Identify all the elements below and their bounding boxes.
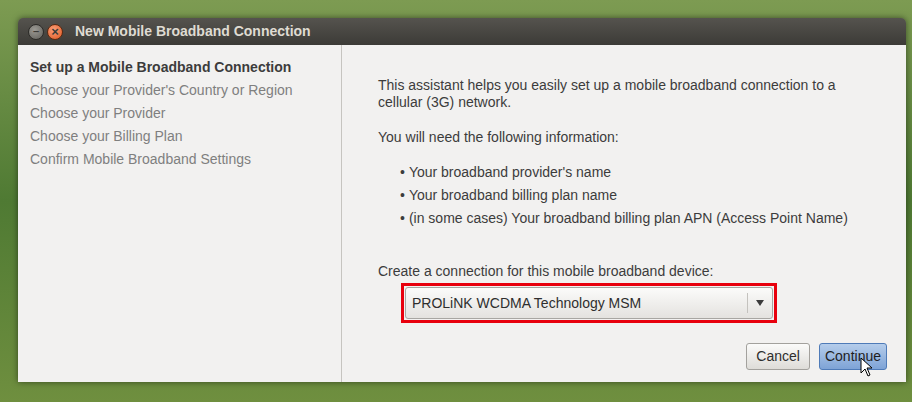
bullet: •: [400, 161, 405, 184]
sidebar-item: Choose your Billing Plan: [30, 125, 341, 148]
minimize-button[interactable]: –: [28, 24, 44, 40]
sidebar-item: Confirm Mobile Broadband Settings: [30, 148, 341, 171]
device-dropdown[interactable]: PROLiNK WCDMA Technology MSM: [405, 287, 773, 319]
close-button[interactable]: ×: [47, 24, 63, 40]
dropdown-arrow-icon: [750, 297, 770, 309]
requirement-item: •Your broadband provider's name: [400, 161, 887, 184]
continue-button[interactable]: Continue: [819, 343, 887, 370]
need-label: You will need the following information:: [378, 129, 887, 146]
requirement-item: •Your broadband billing plan name: [400, 184, 887, 207]
title-bar: –× New Mobile Broadband Connection: [18, 18, 906, 45]
intro-text: This assistant helps you easily set up a…: [378, 77, 878, 111]
sidebar: Set up a Mobile Broadband ConnectionChoo…: [18, 45, 342, 382]
device-label: Create a connection for this mobile broa…: [378, 263, 887, 280]
sidebar-item: Choose your Provider: [30, 102, 341, 125]
requirements-list: •Your broadband provider's name•Your bro…: [400, 161, 887, 230]
cancel-button[interactable]: Cancel: [746, 343, 810, 370]
device-value: PROLiNK WCDMA Technology MSM: [406, 293, 747, 314]
mouse-cursor-icon: [860, 357, 874, 377]
dialog-window: –× New Mobile Broadband Connection Set up …: [18, 18, 906, 382]
device-highlight: PROLiNK WCDMA Technology MSM: [401, 283, 777, 323]
requirement-item: •(in some cases) Your broadband billing …: [400, 207, 887, 230]
desktop: –× New Mobile Broadband Connection Set up …: [0, 0, 912, 402]
content-panel: This assistant helps you easily set up a…: [342, 45, 906, 382]
window-title: New Mobile Broadband Connection: [75, 21, 311, 42]
button-row: Cancel Continue: [378, 343, 887, 370]
sidebar-item: Choose your Provider's Country or Region: [30, 79, 341, 102]
dialog-body: Set up a Mobile Broadband ConnectionChoo…: [18, 45, 906, 382]
sidebar-item: Set up a Mobile Broadband Connection: [30, 56, 341, 79]
bullet: •: [400, 184, 405, 207]
bullet: •: [400, 207, 405, 230]
